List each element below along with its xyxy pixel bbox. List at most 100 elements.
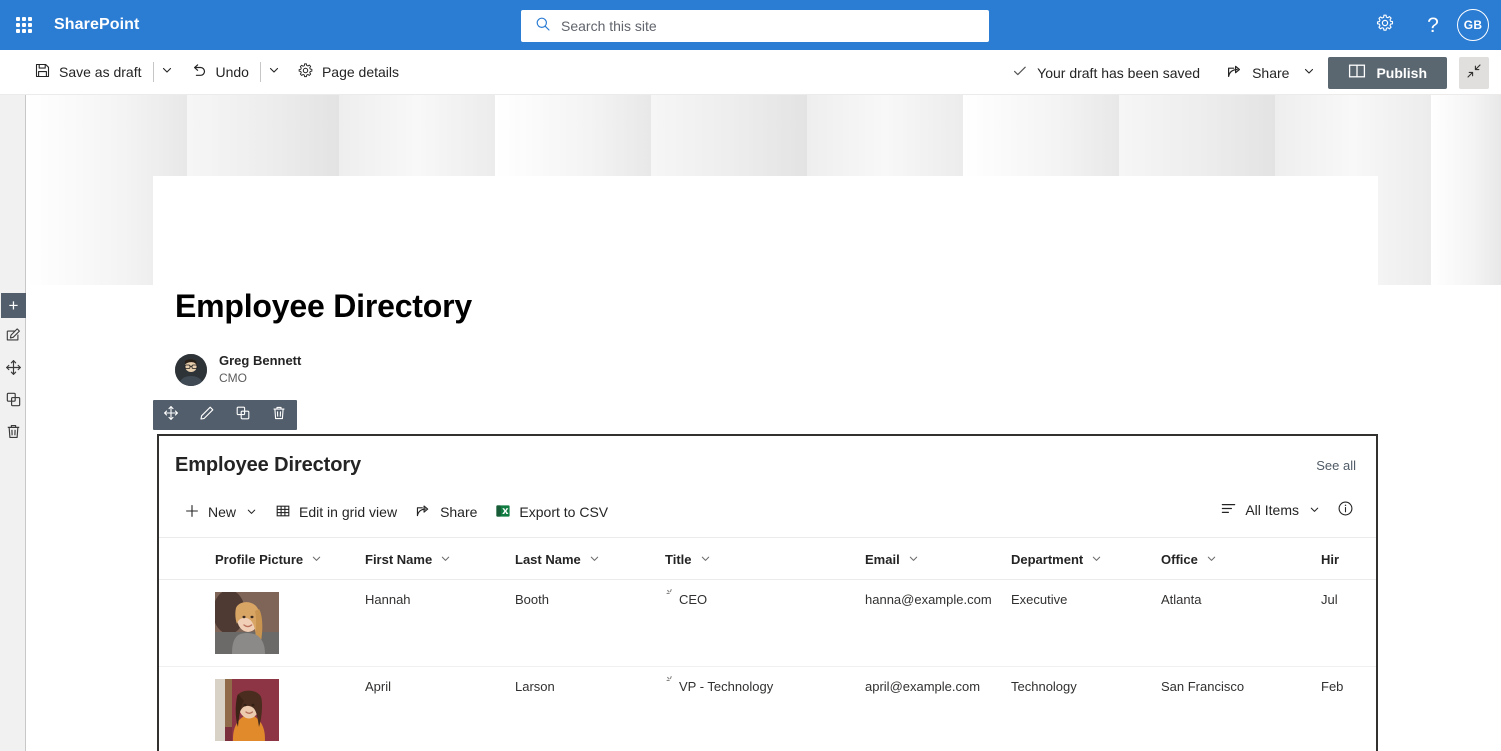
- collapse-ribbon-button[interactable]: [1459, 57, 1489, 89]
- author-photo: [175, 354, 207, 386]
- cell-last-name: Booth: [507, 580, 657, 667]
- column-header-profile-picture[interactable]: Profile Picture: [207, 538, 357, 580]
- view-selector-button[interactable]: All Items: [1211, 493, 1329, 527]
- column-header-hire-date[interactable]: Hir: [1313, 538, 1378, 580]
- app-launcher-button[interactable]: [0, 0, 48, 50]
- account-avatar[interactable]: GB: [1457, 9, 1489, 41]
- table-row[interactable]: Hannah Booth CEO: [159, 580, 1378, 667]
- chevron-down-icon: [268, 63, 280, 81]
- cell-profile-picture[interactable]: [207, 667, 357, 751]
- column-label: First Name: [365, 552, 432, 567]
- plus-icon: +: [9, 297, 19, 314]
- question-mark-icon: ?: [1427, 15, 1439, 36]
- table-row[interactable]: April Larson VP - Technology: [159, 667, 1378, 751]
- cell-first-name: Hannah: [357, 580, 507, 667]
- trash-icon: [271, 405, 287, 426]
- column-header-first-name[interactable]: First Name: [357, 538, 507, 580]
- duplicate-webpart-button[interactable]: [228, 400, 258, 430]
- chevron-down-icon: [161, 63, 173, 81]
- hannah-booth-photo: [215, 592, 279, 654]
- canvas-rail-controls: +: [0, 293, 27, 453]
- april-larson-photo: [215, 679, 279, 741]
- new-item-sparkle-icon: [665, 675, 677, 690]
- page-details-button[interactable]: Page details: [288, 54, 408, 90]
- see-all-link[interactable]: See all: [1316, 458, 1356, 473]
- export-to-csv-button[interactable]: Export to CSV: [486, 495, 617, 529]
- settings-button[interactable]: [1361, 0, 1409, 50]
- gear-icon: [297, 62, 314, 82]
- suite-brand-sharepoint[interactable]: SharePoint: [54, 16, 139, 34]
- cell-profile-picture[interactable]: [207, 580, 357, 667]
- table-header: Profile Picture First Name: [159, 538, 1378, 580]
- chevron-down-icon: [589, 552, 600, 567]
- cell-email: april@example.com: [857, 667, 1003, 751]
- page-author[interactable]: Greg Bennett CMO: [175, 353, 301, 386]
- chevron-down-icon: [311, 552, 322, 567]
- column-label: Hir: [1321, 552, 1339, 567]
- save-divider: [151, 54, 156, 90]
- row-select-cell[interactable]: [159, 667, 207, 751]
- cell-email: hanna@example.com: [857, 580, 1003, 667]
- list-view-icon: [1220, 500, 1237, 520]
- add-webpart-button[interactable]: +: [1, 293, 26, 318]
- column-header-email[interactable]: Email: [857, 538, 1003, 580]
- page-title[interactable]: Employee Directory: [175, 288, 472, 325]
- duplicate-webpart-icon: [5, 391, 22, 413]
- page-command-bar-right: Your draft has been saved Share: [1012, 50, 1501, 95]
- employee-directory-table: Profile Picture First Name: [159, 538, 1378, 751]
- publish-label: Publish: [1376, 65, 1427, 81]
- publish-button[interactable]: Publish: [1328, 57, 1447, 89]
- list-command-bar: New Edit in grid view: [159, 485, 1376, 538]
- rail-edit-button[interactable]: [1, 325, 26, 351]
- edit-in-grid-view-button[interactable]: Edit in grid view: [266, 495, 406, 529]
- undo-button[interactable]: Undo: [181, 54, 258, 90]
- cell-office: Atlanta: [1153, 580, 1313, 667]
- undo-options-button[interactable]: [263, 54, 285, 90]
- share-options-button[interactable]: [1298, 55, 1320, 91]
- grid-icon: [275, 503, 291, 522]
- delete-webpart-button[interactable]: [264, 400, 294, 430]
- rail-move-button[interactable]: [1, 357, 26, 383]
- list-webpart-title: Employee Directory: [175, 454, 361, 477]
- rail-delete-button[interactable]: [1, 421, 26, 447]
- move-webpart-button[interactable]: [156, 400, 186, 430]
- edit-webpart-button[interactable]: [192, 400, 222, 430]
- page-command-bar-left: Save as draft Undo: [0, 54, 408, 90]
- share-list-button[interactable]: Share: [406, 495, 486, 529]
- share-page-button[interactable]: Share: [1217, 55, 1298, 91]
- export-to-csv-label: Export to CSV: [519, 504, 608, 520]
- column-header-office[interactable]: Office: [1153, 538, 1313, 580]
- save-as-draft-button[interactable]: Save as draft: [25, 54, 151, 90]
- plus-icon: [184, 503, 200, 522]
- column-header-last-name[interactable]: Last Name: [507, 538, 657, 580]
- site-search-box[interactable]: [521, 10, 989, 42]
- list-info-button[interactable]: [1329, 493, 1362, 527]
- info-circle-icon: [1337, 500, 1354, 520]
- help-button[interactable]: ?: [1409, 0, 1457, 50]
- table-header-row: Profile Picture First Name: [159, 538, 1378, 580]
- chevron-down-icon: [440, 552, 451, 567]
- new-item-button[interactable]: New: [175, 495, 266, 529]
- suite-header: SharePoint ? G: [0, 0, 1501, 50]
- list-command-bar-right: All Items: [1211, 493, 1362, 527]
- column-header-department[interactable]: Department: [1003, 538, 1153, 580]
- share-icon: [415, 502, 432, 522]
- column-label: Title: [665, 552, 692, 567]
- rail-duplicate-button[interactable]: [1, 389, 26, 415]
- share-list-label: Share: [440, 504, 477, 520]
- column-header-title[interactable]: Title: [657, 538, 857, 580]
- list-webpart[interactable]: Employee Directory See all New: [157, 434, 1378, 751]
- excel-icon: [495, 503, 511, 522]
- move-webpart-icon: [5, 359, 22, 381]
- publish-panel-icon: [1348, 63, 1366, 82]
- select-all-column[interactable]: [159, 538, 207, 580]
- draft-status: Your draft has been saved: [1012, 63, 1200, 82]
- search-input[interactable]: [561, 11, 989, 41]
- save-options-button[interactable]: [156, 54, 178, 90]
- column-label: Profile Picture: [215, 552, 303, 567]
- author-name: Greg Bennett: [219, 353, 301, 369]
- save-as-draft-label: Save as draft: [59, 64, 142, 80]
- list-webpart-header: Employee Directory See all: [159, 436, 1376, 477]
- row-select-cell[interactable]: [159, 580, 207, 667]
- cell-office: San Francisco: [1153, 667, 1313, 751]
